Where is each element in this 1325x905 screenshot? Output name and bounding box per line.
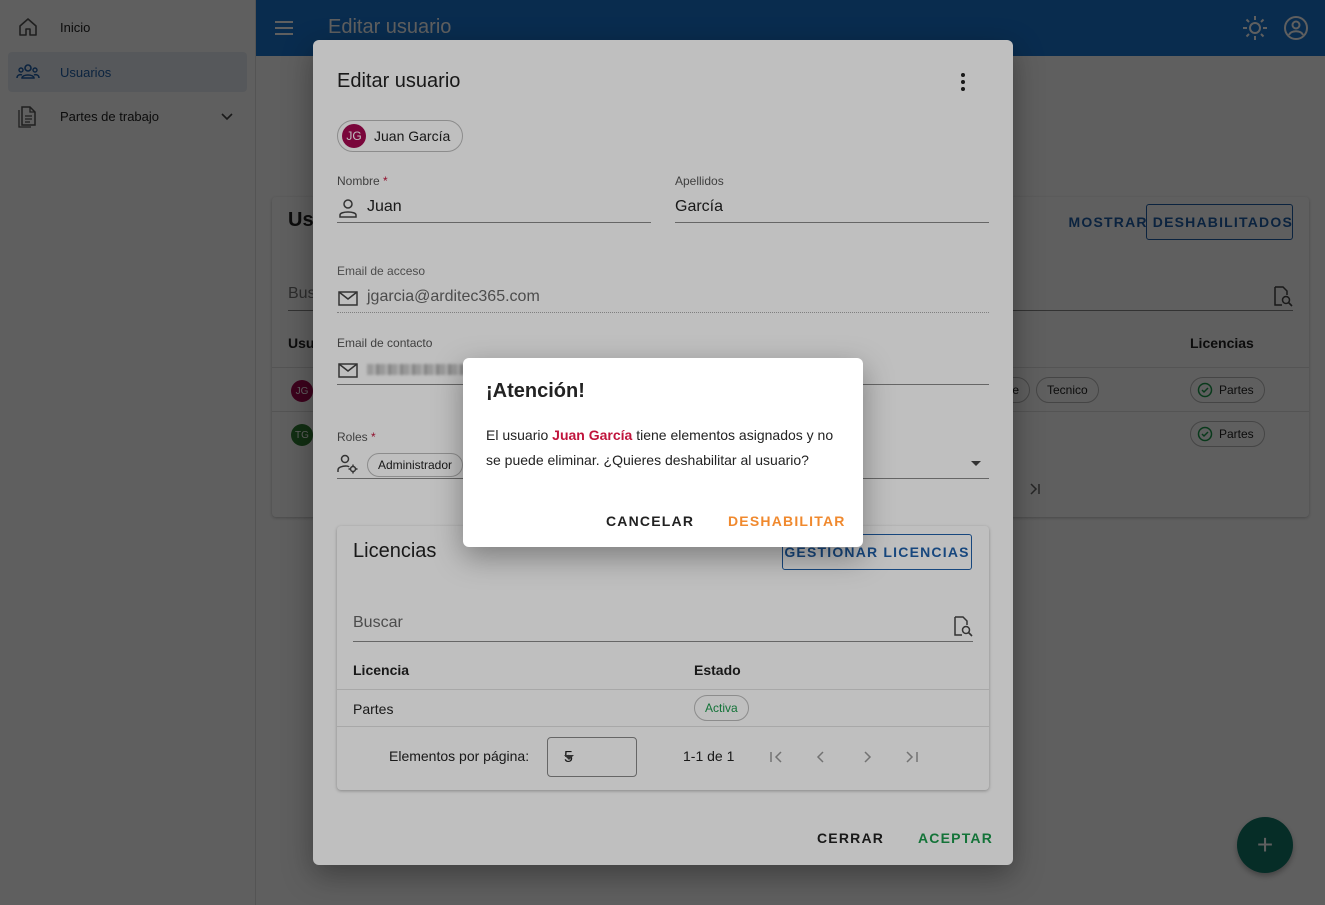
disable-button[interactable]: DESHABILITAR	[728, 513, 846, 529]
attention-dialog: ¡Atención! El usuario Juan García tiene …	[463, 358, 863, 547]
alert-title: ¡Atención!	[486, 380, 585, 402]
alert-message: El usuario Juan García tiene elementos a…	[486, 427, 834, 468]
cancel-button[interactable]: CANCELAR	[606, 513, 694, 529]
user-name-highlight: Juan García	[552, 427, 633, 443]
